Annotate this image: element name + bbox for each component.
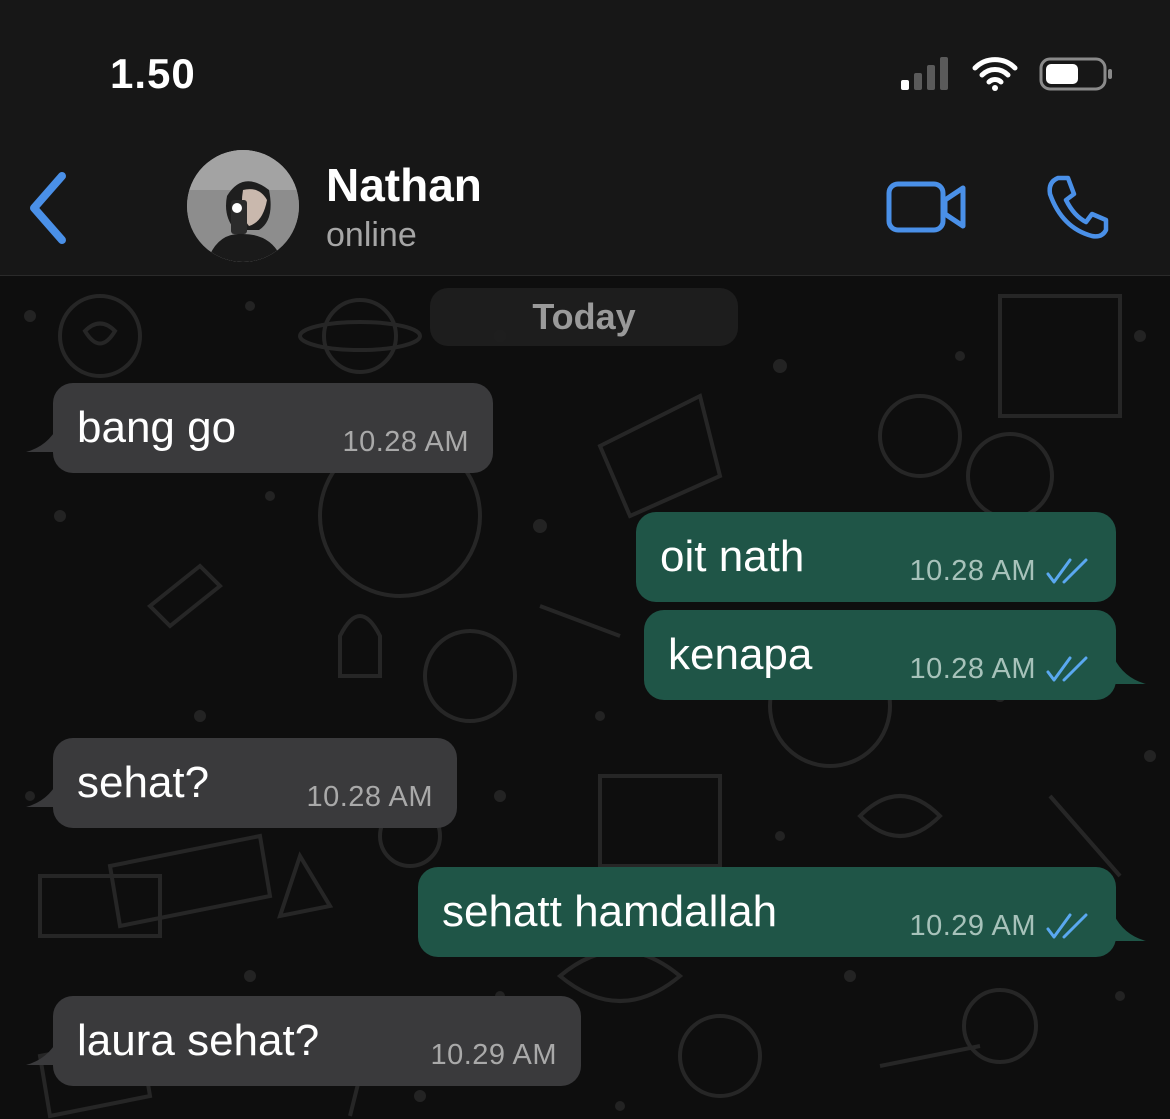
contact-status: online	[326, 216, 417, 254]
status-bar: 1.50	[0, 0, 1170, 140]
message-time: 10.29 AM	[430, 1039, 557, 1071]
back-chevron-icon[interactable]	[24, 170, 74, 246]
message-text: oit nath	[660, 532, 805, 581]
status-time: 1.50	[110, 50, 196, 97]
double-check-icon	[1046, 913, 1088, 939]
message-bubble-outgoing[interactable]: oit nath 10.28 AM	[636, 512, 1116, 602]
message-text: sehatt hamdallah	[442, 887, 778, 936]
message-text: laura sehat?	[77, 1016, 320, 1065]
phone-call-icon[interactable]	[1044, 172, 1110, 242]
double-check-icon	[1046, 656, 1088, 682]
chat-area[interactable]: Today bang go 10.28 AM oit nath 10.28 AM…	[0, 276, 1170, 1119]
message-bubble-incoming[interactable]: sehat? 10.28 AM	[53, 738, 457, 828]
message-text: kenapa	[668, 630, 813, 679]
avatar-photo	[187, 150, 299, 262]
avatar[interactable]	[187, 150, 299, 262]
wifi-icon	[972, 57, 1018, 91]
contact-name[interactable]: Nathan	[326, 158, 482, 212]
message-bubble-outgoing[interactable]: kenapa 10.28 AM	[644, 610, 1116, 700]
message-time: 10.28 AM	[909, 653, 1036, 685]
message-time: 10.29 AM	[909, 910, 1036, 942]
message-bubble-incoming[interactable]: bang go 10.28 AM	[53, 383, 493, 473]
message-time: 10.28 AM	[306, 781, 433, 813]
message-text: sehat?	[77, 758, 210, 807]
battery-icon	[1039, 57, 1112, 91]
bubble-tail	[1114, 915, 1146, 941]
status-icons	[899, 54, 1115, 94]
video-call-icon[interactable]	[885, 178, 969, 236]
chat-header: Nathan online	[0, 140, 1170, 276]
bubble-tail	[1114, 658, 1146, 684]
message-time: 10.28 AM	[909, 555, 1036, 587]
double-check-icon	[1046, 558, 1088, 584]
cellular-signal-icon	[901, 57, 948, 90]
message-time: 10.28 AM	[342, 426, 469, 458]
message-bubble-incoming[interactable]: laura sehat? 10.29 AM	[53, 996, 581, 1086]
date-separator: Today	[430, 288, 738, 346]
message-bubble-outgoing[interactable]: sehatt hamdallah 10.29 AM	[418, 867, 1116, 957]
message-text: bang go	[77, 403, 237, 452]
